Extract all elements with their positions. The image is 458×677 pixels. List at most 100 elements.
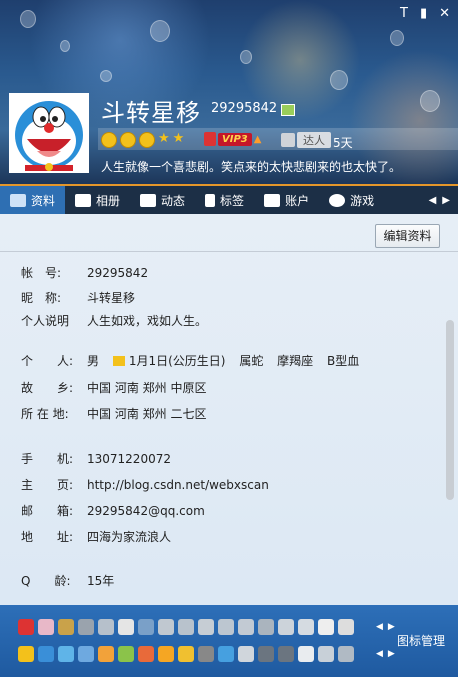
doraemon-avatar-icon [11,95,87,171]
arrow-left-icon[interactable]: ◀ [376,649,383,659]
divider [0,251,458,252]
doc-icon[interactable] [278,646,294,662]
tab-tags[interactable]: 标签 [195,186,254,214]
homepage-link[interactable]: http://blog.csdn.net/webxscan [87,478,269,492]
field-label: 个人说明 [21,314,70,328]
tab-label: 相册 [96,193,121,208]
tab-feed[interactable]: 动态 [130,186,195,214]
music-note-icon[interactable] [178,646,194,662]
bag-icon[interactable] [98,646,114,662]
vip-badge[interactable]: VIP3 ▲ [204,132,261,146]
minimize-icon[interactable]: ▮ [420,6,427,21]
sun-icon [120,132,136,148]
talent-days: 5天 [333,136,353,150]
qq-code-icon[interactable] [281,104,295,116]
talent-badge[interactable]: 达人 [281,132,331,148]
icon-row-1 [18,619,354,635]
trophy-icon[interactable] [58,619,74,635]
tab-account[interactable]: 账户 [254,186,319,214]
scrollbar-thumb[interactable] [446,320,454,500]
arrow-right-icon[interactable]: ▶ [388,622,395,632]
camera-icon[interactable] [38,646,54,662]
id-card-icon [10,193,26,207]
tab-label: 账户 [285,193,310,208]
rain-drop [60,40,70,52]
diamond-icon[interactable] [178,619,194,635]
badge-icon[interactable] [18,619,34,635]
qq-number: 29295842 [211,101,278,116]
diamond-icon[interactable] [218,619,234,635]
star-icon: ★ [172,131,185,146]
chick-icon[interactable] [158,646,174,662]
arrow-left-icon[interactable]: ◀ [376,622,383,632]
icon-manage-button[interactable]: 图标管理 [397,632,445,649]
profile-window: T ▮ ✕ 斗转星移 29295842 ★ ★ VIP3 ▲ 达人 5天 人生就… [0,0,458,677]
fish-icon[interactable] [118,646,134,662]
account-row: 帐 号: 29295842 [21,264,148,281]
edit-profile-button[interactable]: 编辑资料 [375,224,440,248]
diamond-icon[interactable] [298,619,314,635]
diamond-icon[interactable] [98,619,114,635]
rain-drop [330,70,348,90]
heart-outline-icon[interactable] [318,619,334,635]
sun-icon [139,132,155,148]
field-label: 所 在 地: [21,407,69,421]
rain-drop [240,50,252,64]
diamond-icon[interactable] [158,619,174,635]
music-icon[interactable] [138,619,154,635]
close-icon[interactable]: ✕ [439,6,450,21]
tab-profile[interactable]: 资料 [0,186,66,214]
hometown-row: 故 乡: 中国 河南 郑州 中原区 [21,379,206,396]
tab-bar: 资料 相册 动态 标签 账户 游戏 ◀ ▶ [0,186,458,214]
blood-value: B型血 [327,354,360,368]
desc-value: 人生如戏，戏如人生。 [87,314,208,328]
mail-icon[interactable] [78,646,94,662]
cloud-icon[interactable] [318,646,334,662]
profile-header: T ▮ ✕ 斗转星移 29295842 ★ ★ VIP3 ▲ 达人 5天 人生就… [0,0,458,185]
arrow-right-icon[interactable]: ▶ [388,649,395,659]
penguin-icon[interactable] [338,619,354,635]
diamond-icon[interactable] [198,619,214,635]
group-icon[interactable] [298,646,314,662]
shield-icon[interactable] [238,646,254,662]
tab-games[interactable]: 游戏 [319,186,384,214]
signature[interactable]: 人生就像一个喜悲剧。笑点来的太快悲剧来的也太快了。 [101,158,401,175]
window-controls: T ▮ ✕ [400,6,450,21]
rain-drop [150,20,170,42]
email-link[interactable]: 29295842@qq.com [87,504,205,518]
face-icon[interactable] [138,646,154,662]
diamond-icon[interactable] [78,619,94,635]
avatar[interactable] [9,93,89,173]
field-label: 主 页: [21,478,74,492]
card-icon[interactable] [258,646,274,662]
tab-label: 游戏 [350,193,375,208]
field-label: 帐 号: [21,266,62,280]
email-row: 邮 箱: 29295842@qq.com [21,502,205,519]
diamond-icon[interactable] [238,619,254,635]
profile-details: 编辑资料 帐 号: 29295842 昵 称: 斗转星移 个人说明 人生如戏，戏如人生… [0,214,458,605]
tab-label: 标签 [220,193,245,208]
qzone-icon[interactable] [58,646,74,662]
address-row: 地 址: 四海为家流浪人 [21,528,171,545]
qq-age-value: 15年 [87,574,115,588]
field-label: Q 龄: [21,574,71,588]
field-label: 故 乡: [21,381,74,395]
arrow-icon[interactable] [278,619,294,635]
list-icon [140,193,157,207]
tab-album[interactable]: 相册 [65,186,130,214]
vip-crown-icon [204,132,216,146]
icon-row-2 [18,646,354,662]
settings-icon[interactable] [338,646,354,662]
tab-label: 动态 [161,193,186,208]
star-icon[interactable] [18,646,34,662]
tab-scroll-left-icon[interactable]: ◀ [429,195,437,206]
tab-scroll-right-icon[interactable]: ▶ [442,195,450,206]
diamond-icon[interactable] [258,619,274,635]
skin-icon[interactable]: T [400,6,408,21]
qq-level[interactable]: ★ ★ [101,132,184,148]
globe-icon[interactable] [218,646,234,662]
heart-icon[interactable] [38,619,54,635]
pet-icon[interactable] [118,619,134,635]
app-icon[interactable] [198,646,214,662]
rain-drop [390,30,404,46]
